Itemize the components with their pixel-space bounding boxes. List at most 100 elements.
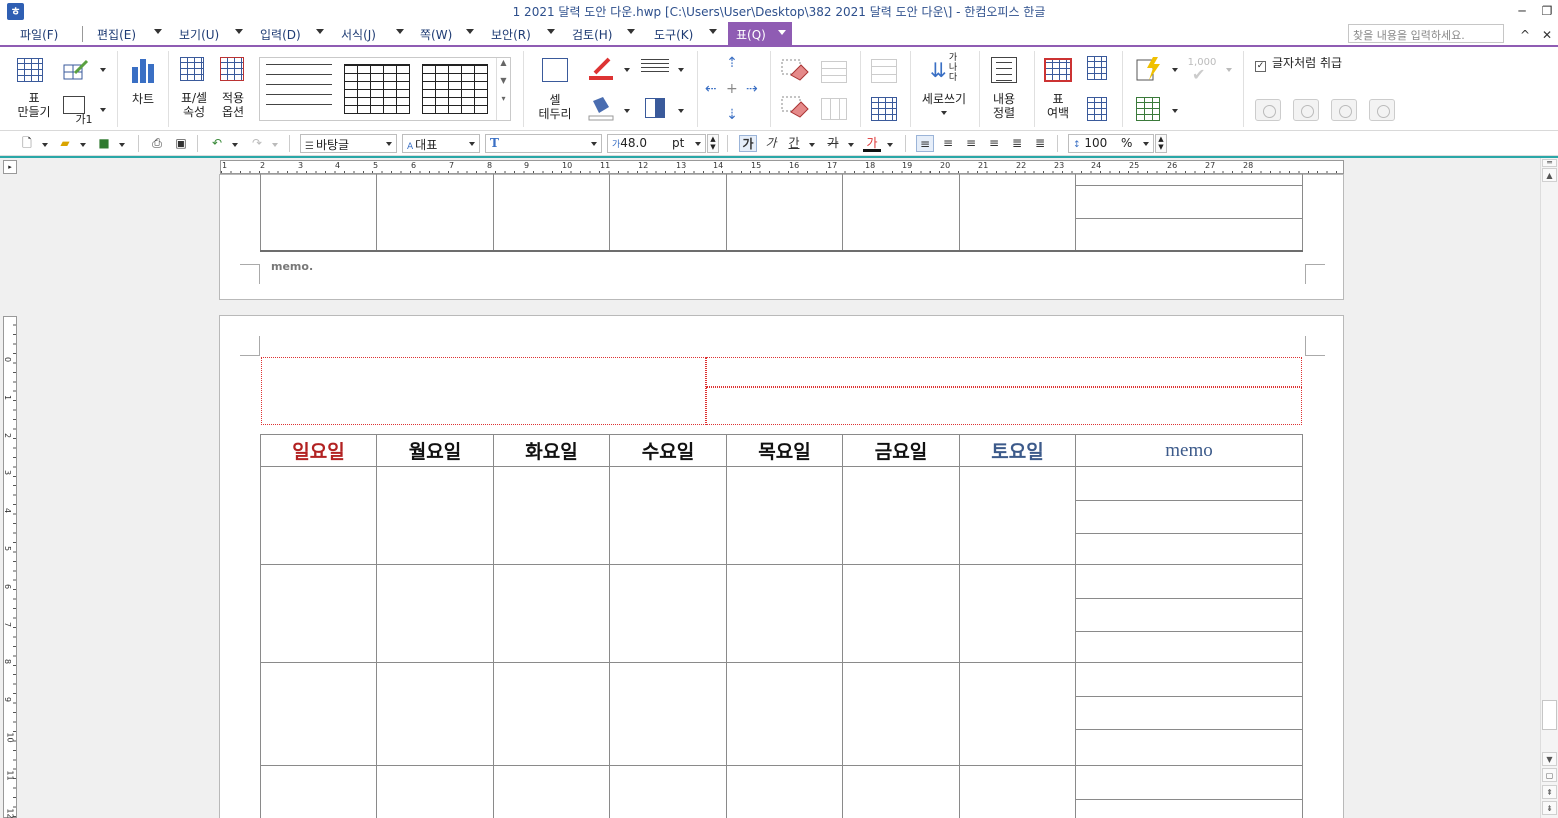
- day-cell[interactable]: [376, 466, 494, 565]
- page-2[interactable]: 일요일 월요일 화요일 수요일 목요일 금요일 토요일 memo: [219, 315, 1344, 818]
- chevron-down-icon[interactable]: [591, 142, 597, 146]
- memo-cell[interactable]: [1075, 174, 1303, 252]
- day-cell[interactable]: [959, 564, 1076, 663]
- align-justify-icon[interactable]: ≡: [916, 135, 934, 152]
- apply-options-icon[interactable]: [220, 57, 244, 81]
- memo-cell[interactable]: [1075, 765, 1303, 818]
- header-thursday[interactable]: 목요일: [726, 434, 843, 467]
- header-tuesday[interactable]: 화요일: [493, 434, 610, 467]
- header-wednesday[interactable]: 수요일: [609, 434, 727, 467]
- chevron-down-icon[interactable]: [80, 143, 86, 147]
- scroll-up-button[interactable]: ▲: [1542, 168, 1557, 182]
- style-grid-bold-icon[interactable]: [422, 64, 488, 114]
- menu-page[interactable]: 쪽(W): [420, 26, 452, 43]
- align-left-icon[interactable]: ≡: [939, 135, 957, 152]
- menu-view[interactable]: 보기(U): [179, 26, 219, 43]
- day-cell[interactable]: [726, 662, 843, 766]
- cell-border-icon[interactable]: [542, 58, 568, 82]
- calendar-cell[interactable]: [726, 174, 843, 252]
- vertical-arrow-icon[interactable]: ⇊: [930, 55, 947, 85]
- menu-file[interactable]: 파일(F): [20, 26, 58, 43]
- page-icon[interactable]: ▢: [1542, 768, 1557, 782]
- eraser-col-icon[interactable]: [781, 96, 809, 120]
- prev-page-button[interactable]: ⇞: [1542, 785, 1557, 799]
- chevron-down-icon[interactable]: [1172, 109, 1178, 113]
- calc-icon[interactable]: [1136, 97, 1160, 121]
- chevron-down-icon[interactable]: [678, 109, 684, 113]
- table-margin-button[interactable]: 표 여백: [1037, 92, 1079, 120]
- print-icon[interactable]: ⎙: [148, 135, 166, 152]
- calendar-table[interactable]: 일요일 월요일 화요일 수요일 목요일 금요일 토요일 memo: [260, 434, 1303, 818]
- line-style-icon[interactable]: [641, 59, 669, 75]
- day-cell[interactable]: [959, 662, 1076, 766]
- header-box-bottom[interactable]: [706, 387, 1302, 425]
- chevron-down-icon[interactable]: [1172, 68, 1178, 72]
- checkbox-icon[interactable]: ✓: [1255, 61, 1266, 72]
- chevron-down-icon[interactable]: [848, 143, 854, 147]
- align-split-icon[interactable]: ≣: [1031, 135, 1049, 152]
- style-dotted-icon[interactable]: [266, 64, 332, 114]
- chevron-down-icon[interactable]: [624, 68, 630, 72]
- header-saturday[interactable]: 토요일: [959, 434, 1076, 467]
- line-spacing-input[interactable]: ↕ 100 %: [1068, 134, 1154, 153]
- insert-right-icon[interactable]: ⇢: [746, 81, 762, 97]
- memo-cell[interactable]: [1075, 564, 1303, 663]
- day-cell[interactable]: [260, 564, 377, 663]
- chevron-down-icon[interactable]: [778, 30, 786, 35]
- treat-as-char-checkbox[interactable]: ✓ 글자처럼 취급: [1255, 54, 1342, 72]
- cell-fill-icon[interactable]: [645, 98, 665, 118]
- line-spacing-spinner[interactable]: ▲ ▼: [1155, 134, 1167, 153]
- chevron-down-icon[interactable]: [100, 68, 106, 72]
- strike-button[interactable]: 가: [824, 135, 842, 152]
- table-style-gallery[interactable]: ▲ ▼ ▾: [259, 57, 511, 121]
- chevron-down-icon[interactable]: [941, 111, 947, 115]
- gallery-scroll[interactable]: ▲ ▼ ▾: [496, 58, 510, 120]
- day-cell[interactable]: [842, 662, 960, 766]
- vertical-scrollbar[interactable]: ═ ▲ ▼ ▢ ⇞ ⇟: [1540, 158, 1558, 818]
- align-right-icon[interactable]: ≡: [985, 135, 1003, 152]
- style-grid-icon[interactable]: [344, 64, 410, 114]
- insert-left-icon[interactable]: ⇠: [705, 81, 721, 97]
- table-props-icon[interactable]: [180, 57, 204, 81]
- chevron-down-icon[interactable]: [235, 29, 243, 34]
- day-cell[interactable]: [376, 564, 494, 663]
- font-size-input[interactable]: 가48.0 pt: [607, 134, 706, 153]
- apply-options-button[interactable]: 적용 옵션: [215, 91, 251, 119]
- menu-tools[interactable]: 도구(K): [654, 26, 693, 43]
- chevron-down-icon[interactable]: [887, 143, 893, 147]
- header-memo[interactable]: memo: [1075, 434, 1303, 467]
- day-cell[interactable]: [260, 765, 377, 818]
- equal-width-icon[interactable]: [871, 97, 897, 121]
- insert-below-icon[interactable]: ⇣: [724, 107, 740, 123]
- chevron-down-icon[interactable]: [232, 143, 238, 147]
- day-cell[interactable]: [842, 466, 960, 565]
- chevron-down-icon[interactable]: [1143, 142, 1149, 146]
- font-size-spinner[interactable]: ▲ ▼: [707, 134, 719, 153]
- day-cell[interactable]: [493, 662, 610, 766]
- day-cell[interactable]: [842, 765, 960, 818]
- minimize-button[interactable]: ─: [1513, 2, 1531, 20]
- insert-above-icon[interactable]: ⇡: [724, 55, 740, 71]
- calendar-table-prev[interactable]: [260, 174, 1303, 252]
- month-title-box[interactable]: [261, 357, 706, 425]
- eraser-icon[interactable]: [781, 59, 809, 83]
- table-icon[interactable]: [17, 58, 43, 82]
- underline-button[interactable]: 간: [785, 135, 803, 152]
- calendar-cell[interactable]: [493, 174, 610, 252]
- formula-icon[interactable]: [1135, 56, 1163, 82]
- calendar-cell[interactable]: [959, 174, 1076, 252]
- memo-cell[interactable]: [1075, 466, 1303, 565]
- chevron-down-icon[interactable]: [627, 29, 635, 34]
- chevron-down-icon[interactable]: [809, 143, 815, 147]
- day-cell[interactable]: [609, 466, 727, 565]
- day-cell[interactable]: [493, 466, 610, 565]
- chevron-down-icon[interactable]: [386, 142, 392, 146]
- make-table-button[interactable]: 표 만들기: [10, 91, 58, 119]
- day-cell[interactable]: [493, 564, 610, 663]
- font-select[interactable]: T: [485, 134, 602, 153]
- print-preview-icon[interactable]: ▣: [172, 135, 190, 152]
- day-cell[interactable]: [260, 466, 377, 565]
- open-folder-icon[interactable]: ▰: [56, 135, 74, 152]
- day-cell[interactable]: [609, 765, 727, 818]
- chevron-down-icon[interactable]: [119, 143, 125, 147]
